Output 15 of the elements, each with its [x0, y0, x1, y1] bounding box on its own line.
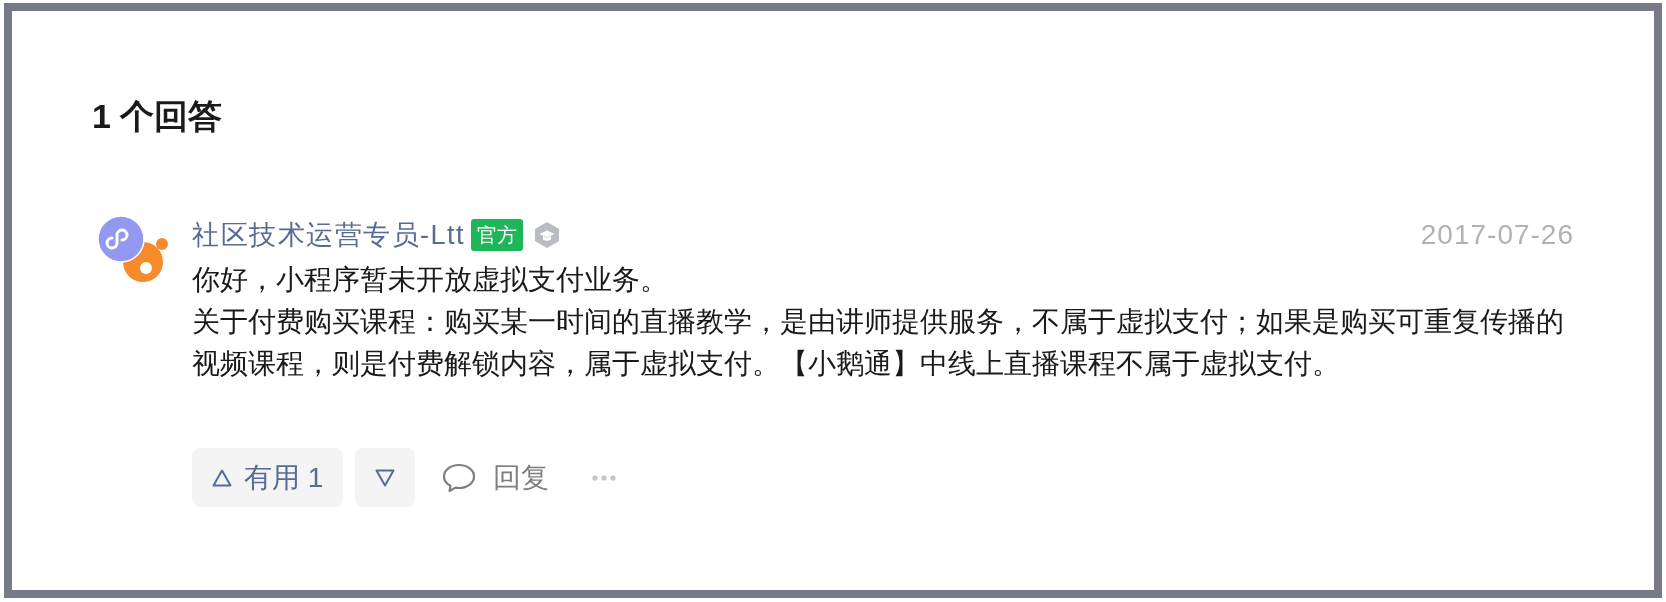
- answer-text: 关于付费购买课程：购买某一时间的直播教学，是由讲师提供服务，不属于虚拟支付；如果是购买可重复传播的视频课程，则是付费解锁内容，属于虚拟支付。【小鹅通】中线上直播课程不属于虚拟支付。: [192, 305, 1565, 381]
- downvote-button[interactable]: [355, 448, 416, 507]
- answer-date: 2017-07-26: [1420, 221, 1574, 249]
- triangle-up-icon: [212, 468, 232, 487]
- upvote-button[interactable]: 有用 1: [192, 448, 344, 507]
- graduation-cap-icon: [533, 221, 561, 249]
- speech-bubble-icon: [442, 462, 477, 493]
- official-badge: 官方: [471, 219, 523, 251]
- triangle-down-icon: [375, 468, 396, 487]
- author-name[interactable]: 社区技术运营专员-Ltt: [192, 221, 465, 249]
- more-icon[interactable]: [592, 474, 617, 481]
- answers-heading: 1 个回答: [92, 96, 223, 136]
- reply-button[interactable]: 回复: [442, 448, 550, 507]
- answer-text: 你好，小程序暂未开放虚拟支付业务。: [192, 263, 669, 297]
- avatar-icon: [97, 215, 169, 283]
